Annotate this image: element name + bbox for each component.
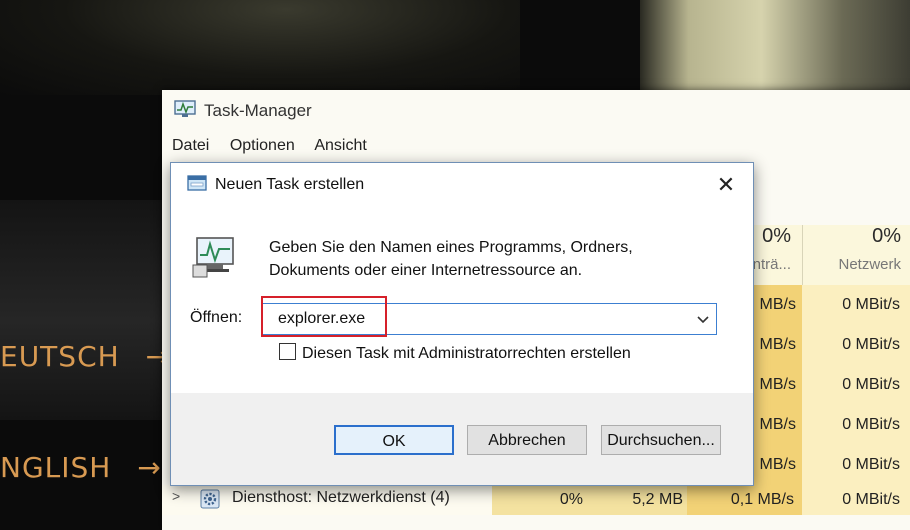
create-task-dialog: Neuen Task erstellen ✕ Geben Sie den Nam… bbox=[170, 162, 754, 486]
network-cell: 0 MBit/s bbox=[802, 285, 910, 325]
expand-chevron-icon[interactable]: > bbox=[172, 488, 180, 504]
task-manager-large-icon bbox=[192, 237, 234, 278]
column-header-disk[interactable]: 0% nträ... bbox=[752, 225, 803, 285]
close-icon[interactable]: ✕ bbox=[713, 172, 739, 198]
menu-datei[interactable]: Datei bbox=[172, 137, 209, 154]
admin-checkbox-row[interactable]: Diesen Task mit Administratorrechten ers… bbox=[279, 343, 631, 363]
chevron-down-icon[interactable] bbox=[694, 310, 712, 328]
disk-column-label: nträ... bbox=[752, 256, 791, 273]
network-percent: 0% bbox=[872, 225, 901, 247]
background-band bbox=[0, 200, 170, 420]
arrow-right-icon: → bbox=[137, 451, 162, 484]
network-cell: 0 MBit/s bbox=[802, 365, 910, 405]
window-title: Task-Manager bbox=[204, 101, 312, 120]
network-cell: 0 MBit/s bbox=[802, 485, 910, 515]
open-label: Öffnen: bbox=[190, 309, 243, 326]
gear-icon bbox=[200, 489, 220, 509]
disk-cell: MB/s bbox=[752, 285, 802, 325]
network-cell: 0 MBit/s bbox=[802, 405, 910, 445]
cancel-button[interactable]: Abbrechen bbox=[467, 425, 587, 455]
disk-cell: MB/s bbox=[752, 405, 802, 445]
background-glow-left bbox=[0, 0, 520, 95]
admin-checkbox-label: Diesen Task mit Administratorrechten ers… bbox=[302, 345, 631, 362]
dialog-description: Geben Sie den Namen eines Programms, Ord… bbox=[269, 239, 633, 279]
background-glow-right bbox=[640, 0, 910, 95]
table-row-diensthost[interactable]: > Diensthost: Netzwerkdienst (4) 0% 5,2 … bbox=[162, 485, 910, 515]
browse-button[interactable]: Durchsuchen... bbox=[601, 425, 721, 455]
network-cell: 0 MBit/s bbox=[802, 445, 910, 485]
menu-bar: Datei Optionen Ansicht bbox=[172, 137, 383, 155]
background-language-deutsch: EUTSCH → bbox=[0, 340, 170, 373]
column-header-network[interactable]: 0% Netzwerk bbox=[802, 225, 910, 285]
run-icon bbox=[187, 175, 207, 191]
memory-cell: 5,2 MB bbox=[587, 485, 687, 515]
disk-cell: MB/s bbox=[752, 325, 802, 365]
highlight-annotation bbox=[261, 296, 387, 337]
menu-optionen[interactable]: Optionen bbox=[230, 137, 295, 154]
menu-ansicht[interactable]: Ansicht bbox=[314, 137, 366, 154]
cpu-cell: 0% bbox=[492, 485, 587, 515]
network-column-label: Netzwerk bbox=[838, 256, 901, 273]
disk-cell: 0,1 MB/s bbox=[687, 485, 802, 515]
disk-cell: MB/s bbox=[752, 365, 802, 405]
disk-cell: MB/s bbox=[752, 445, 802, 485]
task-manager-titlebar[interactable]: Task-Manager bbox=[162, 90, 910, 130]
process-name: Diensthost: Netzwerkdienst (4) bbox=[232, 489, 450, 506]
network-cell: 0 MBit/s bbox=[802, 325, 910, 365]
disk-percent: 0% bbox=[762, 225, 791, 247]
background-language-english: NGLISH → bbox=[0, 451, 162, 484]
task-manager-icon bbox=[174, 100, 196, 117]
ok-button[interactable]: OK bbox=[334, 425, 454, 455]
dialog-title: Neuen Task erstellen bbox=[215, 176, 365, 193]
language-label: EUTSCH bbox=[0, 340, 120, 373]
language-label: NGLISH bbox=[0, 451, 112, 484]
admin-checkbox[interactable] bbox=[279, 343, 296, 360]
